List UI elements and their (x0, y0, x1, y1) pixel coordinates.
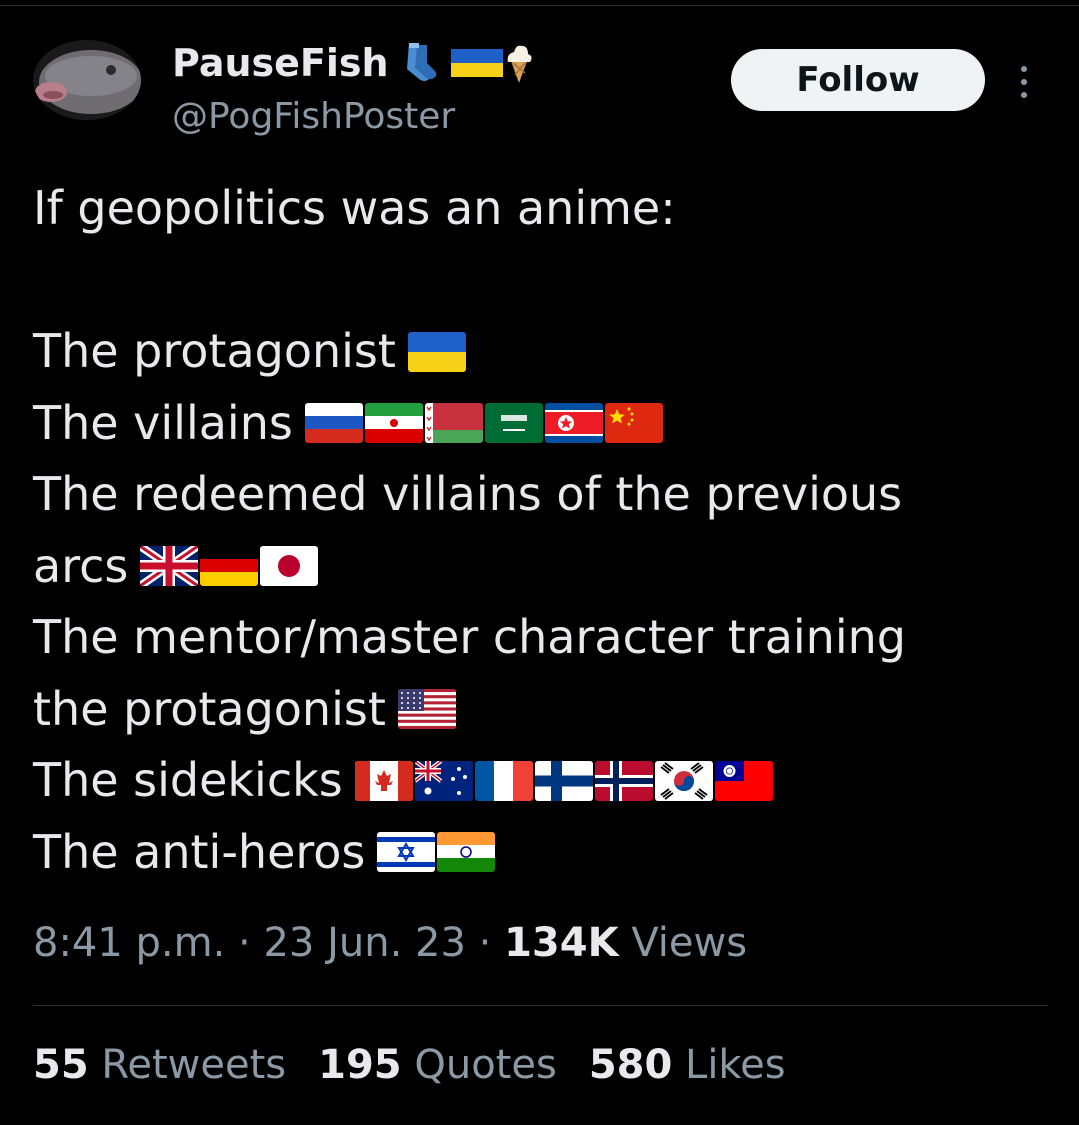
flag-ir-icon (364, 403, 423, 444)
flag-us-icon (397, 689, 456, 730)
flag-jp-icon (260, 546, 319, 587)
retweets-count: 55 (33, 1042, 89, 1088)
flag-de-icon (200, 546, 259, 587)
tweet-line: If geopolitics was an anime: (33, 173, 1043, 245)
flag-il-icon (377, 832, 436, 873)
flag-by-icon (424, 403, 483, 444)
tweet-line: The villains (33, 388, 1043, 460)
retweets-stat[interactable]: 55 Retweets (33, 1042, 286, 1088)
flag-emoji-group (354, 760, 773, 801)
tweet-text: If geopolitics was an anime: The protagon… (33, 173, 1043, 888)
tweet-line-text: If geopolitics was an anime: (33, 181, 676, 235)
author-display-name[interactable]: PauseFish (172, 40, 539, 86)
quotes-stat[interactable]: 195 Quotes (318, 1042, 557, 1088)
likes-count: 580 (588, 1042, 673, 1088)
tweet-line: the protagonist (33, 674, 1043, 746)
tweet-line (33, 245, 1043, 317)
tweet-line-text: arcs (33, 538, 129, 593)
follow-button[interactable]: Follow (731, 49, 985, 111)
tweet-line-text: The anti-heros (33, 824, 366, 879)
tweet-line: The redeemed villains of the previous (33, 459, 1043, 531)
socks-icon (399, 41, 439, 85)
engagement-stats: 55 Retweets 195 Quotes 580 Likes (33, 1042, 786, 1088)
tweet-line: The mentor/master character training (33, 602, 1043, 674)
tweet-time[interactable]: 8:41 p.m. (33, 920, 225, 966)
ukraine-flag-icon (449, 41, 503, 85)
flag-gb-icon (140, 546, 199, 587)
quotes-label: Quotes (414, 1042, 557, 1088)
views-count: 134K (504, 920, 619, 966)
flag-tw-icon (714, 760, 773, 801)
flag-kr-icon (654, 760, 713, 801)
retweets-label: Retweets (101, 1042, 287, 1088)
top-divider (0, 5, 1079, 6)
avatar[interactable] (33, 40, 141, 120)
meta-separator: · (238, 920, 251, 966)
flag-emoji-group (140, 546, 319, 587)
flag-emoji-group (304, 403, 663, 444)
flag-no-icon (594, 760, 653, 801)
flag-in-icon (437, 832, 496, 873)
flag-sa-icon (484, 403, 543, 444)
tweet-line: The anti-heros (33, 817, 1043, 889)
likes-stat[interactable]: 580 Likes (589, 1042, 786, 1088)
tweet-line-text: The villains (33, 395, 293, 450)
flag-emoji-group (397, 689, 456, 730)
tweet-meta: 8:41 p.m. · 23 Jun. 23 · 134K Views (33, 920, 747, 966)
quotes-count: 195 (318, 1042, 402, 1088)
flag-ua-icon (407, 331, 466, 372)
flag-kp-icon (544, 403, 603, 444)
author-handle[interactable]: @PogFishPoster (172, 96, 455, 137)
ice-cream-icon (499, 41, 539, 85)
flag-fi-icon (534, 760, 593, 801)
likes-label: Likes (685, 1042, 786, 1088)
author-name-text: PauseFish (172, 41, 389, 85)
meta-separator: · (478, 920, 492, 966)
flag-emoji-group (407, 331, 466, 372)
tweet-line: The protagonist (33, 316, 1043, 388)
flag-ru-icon (304, 403, 363, 444)
tweet-line-text: The protagonist (33, 324, 396, 378)
flag-cn-icon (604, 403, 663, 444)
tweet-line-text: The sidekicks (33, 753, 343, 807)
tweet-line: arcs (33, 531, 1043, 603)
more-options-icon[interactable] (1012, 62, 1036, 102)
flag-au-icon (414, 760, 473, 801)
stats-divider (33, 1005, 1048, 1006)
flag-emoji-group (377, 832, 496, 873)
tweet-date[interactable]: 23 Jun. 23 (263, 920, 465, 966)
tweet-line: The sidekicks (33, 745, 1043, 817)
tweet-line-text: The mentor/master character training (33, 610, 906, 664)
flag-fr-icon (474, 760, 533, 801)
views-label: Views (631, 920, 748, 966)
tweet-line-text: the protagonist (33, 681, 386, 736)
flag-ca-icon (354, 760, 413, 801)
tweet-line-text: The redeemed villains of the previous (33, 467, 903, 521)
